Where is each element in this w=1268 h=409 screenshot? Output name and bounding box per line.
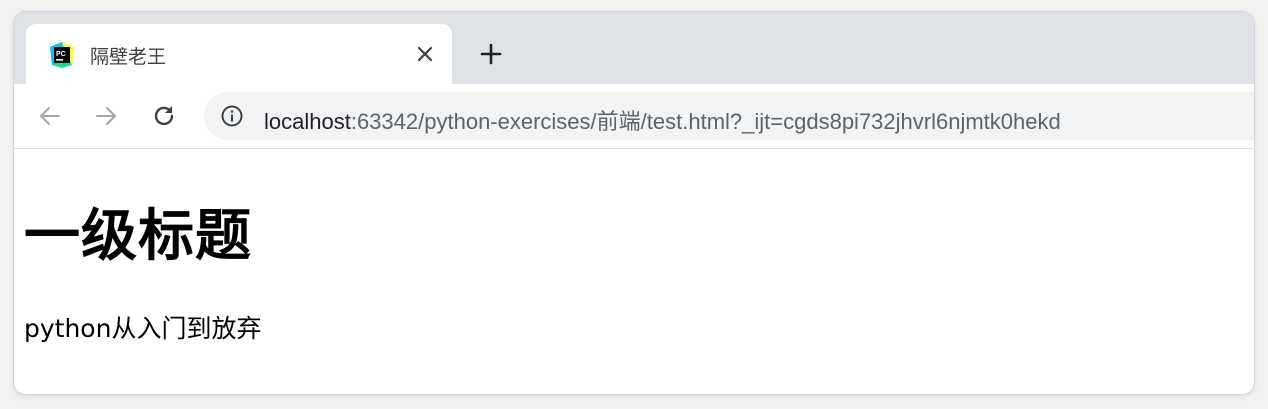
active-tab[interactable]: PC 隔壁老王: [26, 24, 452, 84]
page-content: 一级标题 python从入门到放弃: [14, 149, 1254, 394]
browser-toolbar: localhost:63342/python-exercises/前端/test…: [14, 84, 1254, 149]
forward-arrow-icon[interactable]: [90, 100, 122, 132]
url-text[interactable]: localhost:63342/python-exercises/前端/test…: [264, 104, 1061, 136]
pycharm-icon: PC: [48, 41, 76, 69]
info-icon[interactable]: [220, 104, 244, 128]
close-tab-icon[interactable]: [412, 41, 438, 67]
url-path: :63342/python-exercises/前端/test.html?_ij…: [350, 109, 1061, 134]
page-paragraph: python从入门到放弃: [24, 314, 262, 343]
url-host: localhost: [264, 109, 351, 134]
svg-text:PC: PC: [56, 51, 66, 58]
address-bar[interactable]: localhost:63342/python-exercises/前端/test…: [204, 92, 1254, 140]
new-tab-icon[interactable]: [474, 37, 508, 71]
back-arrow-icon[interactable]: [34, 100, 66, 132]
tab-title: 隔壁老王: [90, 46, 167, 68]
reload-icon[interactable]: [148, 100, 180, 132]
page-heading: 一级标题: [24, 204, 252, 269]
browser-window: PC 隔壁老王 localhost:63342/python-exercises…: [14, 12, 1254, 394]
tab-strip: PC 隔壁老王: [14, 12, 1254, 84]
